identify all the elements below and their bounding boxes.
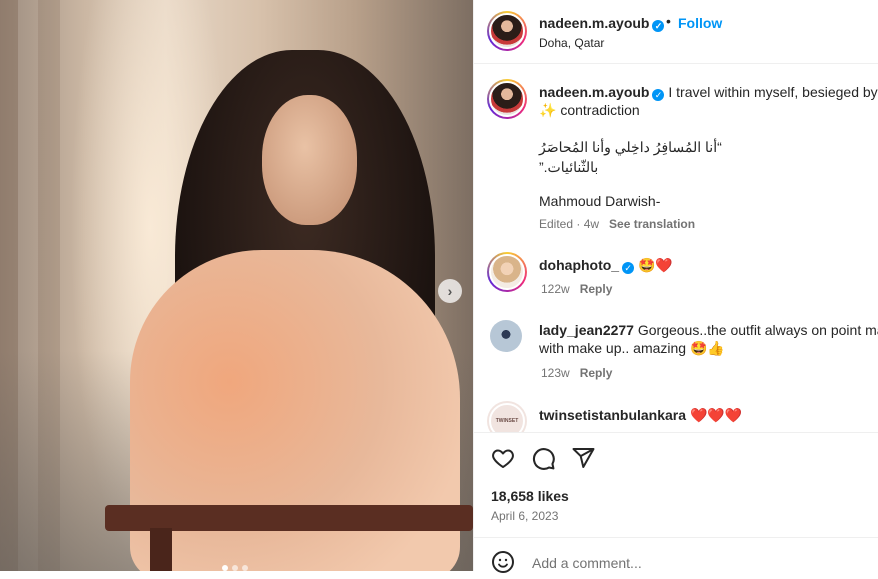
verified-badge-icon: ✓ [652, 20, 665, 32]
heart-icon [492, 449, 514, 468]
carousel-dot [222, 565, 228, 571]
emoji-icon [492, 551, 514, 573]
add-comment-input[interactable] [530, 554, 864, 572]
comment-text: dohaphoto_ ✓ 🤩❤️ [539, 257, 673, 274]
comment-meta: 122w Reply [541, 282, 613, 296]
share-icon [572, 448, 595, 468]
likes-count[interactable]: 18,658 likes [491, 488, 569, 504]
caption-username[interactable]: nadeen.m.ayoub [539, 84, 649, 100]
caption-attribution: Mahmoud Darwish- [539, 193, 661, 209]
carousel-dot [242, 565, 248, 571]
share-button[interactable] [571, 446, 596, 475]
emoji-picker-button[interactable] [491, 550, 515, 579]
see-translation-button[interactable]: See translation [609, 217, 695, 231]
comment-meta: 123w Reply [541, 366, 613, 380]
caption-arabic-line1: “أنا المُسافِرُ داخِلي وأنا المُحاصَرُ [539, 139, 722, 155]
reply-button[interactable]: Reply [580, 366, 613, 380]
comment-username[interactable]: lady_jean2277 [539, 322, 634, 338]
post-side-panel: nadeen.m.ayoub ✓ • Follow Doha, Qatar nad… [473, 0, 878, 573]
post-date: April 6, 2023 [491, 509, 559, 523]
comment-button[interactable] [531, 446, 556, 476]
post-photo[interactable]: › [0, 0, 473, 571]
verified-badge-icon: ✓ [652, 89, 665, 101]
like-button[interactable] [490, 446, 516, 475]
verified-badge-icon: ✓ [622, 262, 635, 274]
author-username-header[interactable]: nadeen.m.ayoub ✓ [539, 15, 665, 32]
carousel-dots [222, 565, 248, 571]
caption-edited-time: Edited · 4w [539, 217, 600, 231]
caption-avatar[interactable] [487, 79, 527, 119]
comment-box-divider [474, 537, 878, 538]
photo-subject-face [262, 95, 357, 225]
photo-bench-leg [150, 528, 172, 571]
actions-divider [474, 432, 878, 433]
author-avatar[interactable] [487, 11, 527, 51]
caption-text: nadeen.m.ayoub ✓ I travel within myself, … [539, 84, 878, 118]
caption-arabic-line2: بالثّنائيات.” [539, 159, 599, 175]
comment-icon [532, 448, 555, 470]
sparkle-emoji: ✨ [539, 102, 557, 118]
caption-meta: Edited · 4w See translation [539, 217, 695, 231]
comment-text: twinsetistanbulankara ❤️❤️❤️ [539, 407, 743, 423]
reply-button[interactable]: Reply [580, 282, 613, 296]
carousel-next-button[interactable]: › [438, 279, 462, 303]
comment-avatar[interactable] [490, 320, 522, 352]
comment-username[interactable]: dohaphoto_ [539, 257, 619, 273]
comment-username[interactable]: twinsetistanbulankara [539, 407, 686, 423]
chevron-right-icon: › [447, 283, 453, 299]
comment-avatar[interactable] [487, 252, 527, 292]
post-location[interactable]: Doha, Qatar [539, 36, 604, 50]
comment-text: lady_jean2277 Gorgeous..the outfit alway… [539, 322, 878, 356]
comments-list[interactable]: nadeen.m.ayoub ✓ I travel within myself, … [474, 64, 878, 432]
header-separator: • [666, 13, 671, 29]
carousel-dot [232, 565, 238, 571]
follow-button[interactable]: Follow [678, 15, 722, 31]
comment-avatar[interactable]: TWINSET [487, 401, 527, 432]
